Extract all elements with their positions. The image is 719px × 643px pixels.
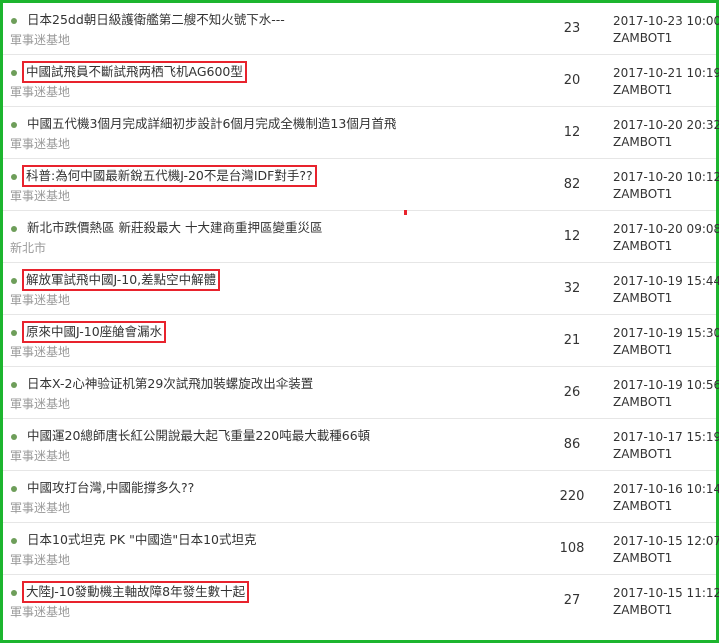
author-link[interactable]: ZAMBOT1 [613,134,672,150]
author-link[interactable]: ZAMBOT1 [613,30,672,46]
bullet-icon [11,174,17,180]
bullet-icon [11,122,17,128]
thread-title-link[interactable]: 日本X-2心神验证机第29次試飛加裝螺旋改出伞装置 [25,375,315,393]
thread-title-link[interactable]: 日本10式坦克 PK "中國造"日本10式坦克 [25,531,259,549]
author-link[interactable]: ZAMBOT1 [613,498,672,514]
thread-forum-link[interactable]: 軍事迷基地 [10,292,70,308]
bullet-icon [11,486,17,492]
thread-row[interactable]: 科普:為何中國最新銳五代機J-20不是台灣IDF對手?? 軍事迷基地 82 2017-… [3,159,719,211]
thread-forum-link[interactable]: 軍事迷基地 [10,188,70,204]
bullet-icon [11,226,17,232]
thread-list-frame: 日本25dd朝日級護衛艦第二艘不知火號下水--- 軍事迷基地 23 2017-10-2… [0,0,719,643]
post-date: 2017-10-20 20:32 [613,118,719,132]
author-link[interactable]: ZAMBOT1 [613,82,672,98]
thread-forum-link[interactable]: 軍事迷基地 [10,500,70,516]
thread-forum-link[interactable]: 軍事迷基地 [10,136,70,152]
thread-row[interactable]: 新北市跌價熱區 新莊殺最大 十大建商重押區變重災區新北市 12 2017-10-20… [3,211,719,263]
thread-title-link[interactable]: 中國試飛員不斷試飛两栖飞机AG600型 [22,61,247,83]
thread-forum-link[interactable]: 軍事迷基地 [10,344,70,360]
thread-row[interactable]: 日本25dd朝日級護衛艦第二艘不知火號下水--- 軍事迷基地 23 2017-10-2… [3,3,719,55]
bullet-icon [11,330,17,336]
thread-forum-link[interactable]: 軍事迷基地 [10,552,70,568]
post-date: 2017-10-21 10:19 [613,66,719,80]
thread-title-link[interactable]: 中國攻打台灣,中國能撐多久?? [25,479,196,497]
post-date: 2017-10-19 10:56 [613,378,719,392]
post-date: 2017-10-16 10:14 [613,482,719,496]
thread-row[interactable]: 解放軍試飛中國J-10,差點空中解體 軍事迷基地 32 2017-10-19 15:4… [3,263,719,315]
bullet-icon [11,18,17,24]
bullet-icon [11,538,17,544]
post-date: 2017-10-15 11:12 [613,586,719,600]
bullet-icon [11,70,17,76]
thread-title-link[interactable]: 中國五代機3個月完成詳細初步設計6個月完成全機制造13個月首飛 [25,115,398,133]
thread-title-link[interactable]: 原來中國J-10座艙會漏水 [22,321,167,343]
thread-title-link[interactable]: 日本25dd朝日級護衛艦第二艘不知火號下水--- [25,11,287,29]
thread-title-link[interactable]: 科普:為何中國最新銳五代機J-20不是台灣IDF對手?? [22,165,317,187]
reply-count: 20 [563,73,581,88]
cursor-marker [404,210,407,215]
author-link[interactable]: ZAMBOT1 [613,394,672,410]
reply-count: 26 [563,385,581,400]
author-link[interactable]: ZAMBOT1 [613,446,672,462]
author-link[interactable]: ZAMBOT1 [613,342,672,358]
post-date: 2017-10-23 10:00 [613,14,719,28]
thread-forum-link[interactable]: 軍事迷基地 [10,604,70,620]
thread-list: 日本25dd朝日級護衛艦第二艘不知火號下水--- 軍事迷基地 23 2017-10-2… [3,3,719,627]
thread-row[interactable]: 中國試飛員不斷試飛两栖飞机AG600型 軍事迷基地 20 2017-10-21 10:… [3,55,719,107]
bullet-icon [11,382,17,388]
post-date: 2017-10-20 10:12 [613,170,719,184]
post-date: 2017-10-19 15:44 [613,274,719,288]
reply-count: 86 [563,437,581,452]
thread-title-link[interactable]: 大陸J-10發動機主軸故障8年發生數十起 [22,581,250,603]
reply-count: 23 [563,21,581,36]
thread-row[interactable]: 日本X-2心神验证机第29次試飛加裝螺旋改出伞装置軍事迷基地 26 2017-10-… [3,367,719,419]
thread-title-link[interactable]: 解放軍試飛中國J-10,差點空中解體 [22,269,221,291]
author-link[interactable]: ZAMBOT1 [613,602,672,618]
thread-forum-link[interactable]: 軍事迷基地 [10,396,70,412]
post-date: 2017-10-19 15:30 [613,326,719,340]
thread-row[interactable]: 中國運20總師唐长紅公開說最大起飞重量220吨最大載種66頓軍事迷基地 86 201… [3,419,719,471]
reply-count: 12 [563,125,581,140]
reply-count: 32 [563,281,581,296]
reply-count: 27 [563,593,581,608]
post-date: 2017-10-17 15:19 [613,430,719,444]
thread-row[interactable]: 中國五代機3個月完成詳細初步設計6個月完成全機制造13個月首飛軍事迷基地 12 20… [3,107,719,159]
post-date: 2017-10-15 12:07 [613,534,719,548]
thread-row[interactable]: 日本10式坦克 PK "中國造"日本10式坦克軍事迷基地 108 2017-10-1… [3,523,719,575]
post-date: 2017-10-20 09:08 [613,222,719,236]
author-link[interactable]: ZAMBOT1 [613,550,672,566]
thread-title-link[interactable]: 中國運20總師唐长紅公開說最大起飞重量220吨最大載種66頓 [25,427,372,445]
bullet-icon [11,590,17,596]
reply-count: 108 [559,541,585,556]
bullet-icon [11,278,17,284]
reply-count: 21 [563,333,581,348]
bullet-icon [11,434,17,440]
thread-row[interactable]: 原來中國J-10座艙會漏水 軍事迷基地 21 2017-10-19 15:30 ZAMB… [3,315,719,367]
thread-title-link[interactable]: 新北市跌價熱區 新莊殺最大 十大建商重押區變重災區 [25,219,324,237]
reply-count: 220 [559,489,585,504]
reply-count: 12 [563,229,581,244]
author-link[interactable]: ZAMBOT1 [613,238,672,254]
thread-forum-link[interactable]: 軍事迷基地 [10,448,70,464]
author-link[interactable]: ZAMBOT1 [613,186,672,202]
thread-forum-link[interactable]: 新北市 [10,240,46,256]
thread-forum-link[interactable]: 軍事迷基地 [10,84,70,100]
thread-row[interactable]: 中國攻打台灣,中國能撐多久?? 軍事迷基地 220 2017-10-16 10:14 Z… [3,471,719,523]
thread-row[interactable]: 大陸J-10發動機主軸故障8年發生數十起 軍事迷基地 27 2017-10-15 11… [3,575,719,627]
thread-forum-link[interactable]: 軍事迷基地 [10,32,70,48]
reply-count: 82 [563,177,581,192]
author-link[interactable]: ZAMBOT1 [613,290,672,306]
